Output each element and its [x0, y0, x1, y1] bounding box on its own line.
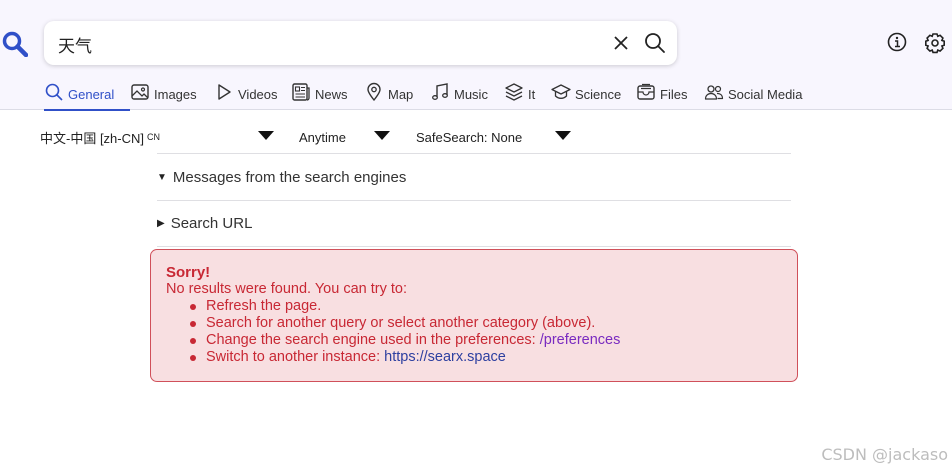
- tab-label: It: [528, 87, 536, 102]
- time-range-value: Anytime: [299, 129, 346, 145]
- language-select[interactable]: 中文-中国 [zh-CN] CN: [40, 126, 275, 148]
- clear-icon[interactable]: [610, 32, 632, 54]
- alert-title: Sorry!: [166, 264, 211, 281]
- tab-images[interactable]: Images: [130, 82, 214, 110]
- tab-label: Social Media: [728, 87, 803, 102]
- tab-label: General: [68, 87, 115, 102]
- searxng-logo-icon[interactable]: [2, 31, 28, 57]
- search-icon[interactable]: [642, 30, 668, 56]
- safesearch-value: SafeSearch: None: [416, 129, 523, 145]
- search-input[interactable]: 天气: [58, 32, 92, 57]
- tab-label: News: [315, 87, 348, 102]
- people-icon: [704, 85, 724, 100]
- tab-videos[interactable]: Videos: [214, 82, 291, 110]
- tab-map[interactable]: Map: [364, 82, 430, 110]
- tab-label: Images: [154, 87, 197, 102]
- music-note-icon: [432, 83, 448, 100]
- tab-it[interactable]: It: [504, 82, 551, 110]
- tab-files[interactable]: Files: [636, 82, 704, 110]
- search-filters: 中文-中国 [zh-CN] CN Anytime SafeSearch: Non…: [0, 126, 952, 148]
- triangle-right-icon: ▶: [157, 218, 165, 229]
- play-icon: [218, 84, 231, 100]
- tab-social-media[interactable]: Social Media: [704, 82, 804, 110]
- chevron-down-icon: [555, 131, 571, 140]
- tab-label: Videos: [238, 87, 278, 102]
- newspaper-icon: [292, 83, 310, 101]
- tab-music[interactable]: Music: [430, 82, 504, 110]
- search-box: 天气: [44, 21, 677, 65]
- divider: [157, 246, 791, 247]
- list-item: Refresh the page.: [190, 298, 782, 315]
- triangle-down-icon: ▼: [157, 172, 167, 183]
- file-tray-icon: [637, 83, 655, 100]
- tab-news[interactable]: News: [291, 82, 364, 110]
- divider: [157, 153, 791, 154]
- tab-label: Map: [388, 87, 414, 102]
- image-icon: [131, 84, 149, 100]
- search-icon: [45, 83, 63, 101]
- chevron-down-icon: [258, 131, 274, 140]
- tab-label: Music: [454, 87, 488, 102]
- layers-icon: [505, 83, 523, 101]
- list-item: Search for another query or select anoth…: [190, 315, 782, 332]
- chevron-down-icon: [374, 131, 390, 140]
- divider: [157, 200, 791, 201]
- category-tabs: General Images Videos News Map Music It: [44, 82, 804, 111]
- gear-icon[interactable]: [921, 29, 949, 57]
- preferences-link[interactable]: /preferences: [540, 332, 621, 348]
- list-item: Switch to another instance: https://sear…: [190, 349, 782, 366]
- school-icon: [551, 84, 571, 99]
- searx-space-link[interactable]: https://searx.space: [384, 349, 506, 365]
- suggestion-list: Refresh the page. Search for another que…: [190, 298, 782, 366]
- tab-science[interactable]: Science: [551, 82, 636, 110]
- engine-messages-toggle[interactable]: ▼ Messages from the search engines: [157, 169, 406, 186]
- no-results-alert: Sorry! No results were found. You can tr…: [150, 249, 798, 382]
- tab-label: Science: [575, 87, 622, 102]
- engine-messages-label: Messages from the search engines: [172, 169, 407, 186]
- language-code: CN: [147, 132, 161, 142]
- alert-message: No results were found. You can try to:: [166, 281, 407, 297]
- safesearch-select[interactable]: SafeSearch: None: [416, 126, 572, 148]
- map-pin-icon: [367, 82, 381, 102]
- search-url-label: Search URL: [170, 215, 253, 232]
- time-range-select[interactable]: Anytime: [299, 126, 391, 148]
- language-value: 中文-中国 [zh-CN]: [40, 130, 145, 146]
- search-url-toggle[interactable]: ▶ Search URL: [157, 215, 252, 232]
- watermark: CSDN @jackaso: [821, 445, 948, 464]
- tab-general[interactable]: General: [44, 82, 130, 111]
- tab-label: Files: [660, 87, 688, 102]
- info-icon[interactable]: [884, 29, 910, 55]
- list-item: Change the search engine used in the pre…: [190, 332, 782, 349]
- header: 天气 General Images Videos News Map Music …: [0, 0, 952, 111]
